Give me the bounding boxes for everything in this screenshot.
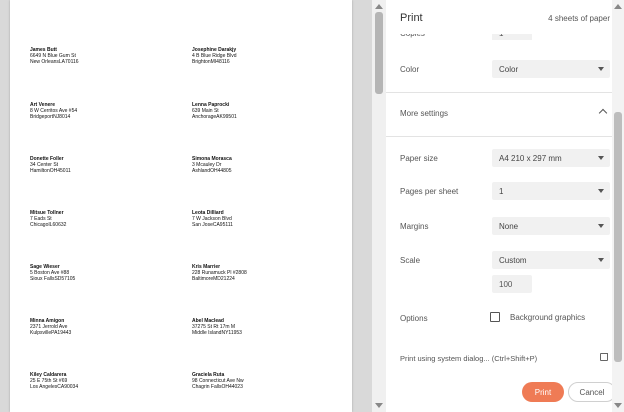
sheet-count: 4 sheets of paper (548, 14, 610, 23)
address-label: James Butt 6649 N Blue Gum St New Orlean… (30, 47, 79, 65)
label-city: Middle IslandNY11953 (192, 330, 242, 336)
preview-scrollbar[interactable] (372, 0, 386, 412)
scroll-up-arrow-icon[interactable] (614, 4, 622, 9)
chevron-up-icon (598, 108, 608, 118)
chevron-down-icon (598, 258, 604, 262)
divider (386, 136, 624, 137)
margins-select[interactable]: None (492, 217, 610, 235)
label-city: BaltimoreMD21224 (192, 276, 235, 282)
divider (386, 92, 624, 93)
address-label: Art Venere 8 W Cerritos Ave #54 Bridgepo… (30, 102, 77, 120)
pages-per-sheet-value: 1 (499, 187, 504, 196)
print-preview-area: James Butt 6649 N Blue Gum St New Orlean… (0, 0, 372, 412)
paper-size-select[interactable]: A4 210 x 297 mm (492, 149, 610, 167)
pages-per-sheet-select[interactable]: 1 (492, 182, 610, 200)
address-label: Mitsue Tollner 7 Eads St ChicagoIL60632 (30, 210, 66, 228)
margins-label: Margins (400, 222, 429, 231)
label-city: KulpsvillePA19443 (30, 330, 72, 336)
background-graphics-label[interactable]: Background graphics (510, 313, 585, 322)
margins-value: None (499, 222, 519, 231)
address-label: Lenna Paprocki 639 Main St AnchorageAK99… (192, 102, 237, 120)
address-label: Kris Marrier 228 Runamuck Pl #2808 Balti… (192, 264, 247, 282)
settings-scrollbar[interactable] (612, 0, 624, 412)
settings-scroll-thumb[interactable] (614, 112, 622, 362)
cancel-button[interactable]: Cancel (568, 382, 616, 402)
address-label: Sage Wieser 5 Boston Ave #88 Sioux Falls… (30, 264, 75, 282)
background-graphics-checkbox[interactable] (490, 312, 500, 322)
scroll-down-arrow-icon[interactable] (614, 403, 622, 408)
chevron-down-icon (598, 189, 604, 193)
print-button[interactable]: Print (522, 382, 564, 402)
label-city: ChicagoIL60632 (30, 222, 67, 228)
external-link-icon[interactable] (600, 353, 608, 361)
label-city: Sioux FallsSD57105 (30, 276, 76, 282)
system-dialog-link[interactable]: Print using system dialog... (Ctrl+Shift… (400, 354, 537, 363)
paper-size-label: Paper size (400, 154, 438, 163)
scale-value: Custom (499, 256, 527, 265)
label-city: AnchorageAK99501 (192, 114, 237, 120)
paper-size-value: A4 210 x 297 mm (499, 154, 562, 163)
color-select[interactable]: Color (492, 60, 610, 78)
address-label: Minna Amigon 2371 Jerrold Ave Kulpsville… (30, 318, 71, 336)
address-label: Leota Dilliard 7 W Jackson Blvd San Jose… (192, 210, 233, 228)
options-label: Options (400, 314, 428, 323)
label-city: New OrleansLA70116 (30, 59, 79, 65)
chevron-down-icon (598, 224, 604, 228)
scale-label: Scale (400, 256, 421, 265)
label-city: Chagrin FallsOH44023 (192, 384, 243, 390)
page-title: Print (400, 12, 423, 24)
scale-select[interactable]: Custom (492, 251, 610, 269)
scale-input[interactable]: 100 (492, 275, 532, 293)
print-header: Print 4 sheets of paper (386, 0, 624, 34)
address-label: Donette Foller 34 Center St HamiltonOH45… (30, 156, 71, 174)
address-label: Kiley Caldarera 25 E 75th St #69 Los Ang… (30, 372, 78, 390)
label-city: HamiltonOH45011 (30, 168, 71, 174)
scroll-down-arrow-icon[interactable] (375, 403, 383, 408)
pages-per-sheet-label: Pages per sheet (400, 187, 459, 196)
more-settings-toggle[interactable]: More settings (386, 100, 624, 128)
scroll-up-arrow-icon[interactable] (375, 4, 383, 9)
print-settings-panel: Copies 1 Print 4 sheets of paper Color C… (386, 0, 624, 412)
more-settings-label: More settings (400, 109, 449, 118)
address-label: Simona Morasca 3 Mcauley Dr AshlandOH448… (192, 156, 232, 174)
label-city: San JoseCA95111 (192, 222, 233, 228)
color-label: Color (400, 65, 420, 74)
address-label: Graciela Ruta 98 Connecticut Ave Nw Chag… (192, 372, 244, 390)
label-city: BrightonMI48116 (192, 59, 230, 65)
address-label: Josephine Darakjy 4 B Blue Ridge Blvd Br… (192, 47, 236, 65)
label-city: BridgeportNJ8014 (30, 114, 71, 120)
color-select-value: Color (499, 65, 519, 74)
label-city: Los AngelesCA90034 (30, 384, 79, 390)
chevron-down-icon (598, 67, 604, 71)
preview-page: James Butt 6649 N Blue Gum St New Orlean… (10, 0, 352, 412)
preview-scroll-thumb[interactable] (375, 12, 383, 94)
chevron-down-icon (598, 156, 604, 160)
label-city: AshlandOH44805 (192, 168, 232, 174)
address-label: Abel Maclead 37275 St Rt 17m M Middle Is… (192, 318, 242, 336)
